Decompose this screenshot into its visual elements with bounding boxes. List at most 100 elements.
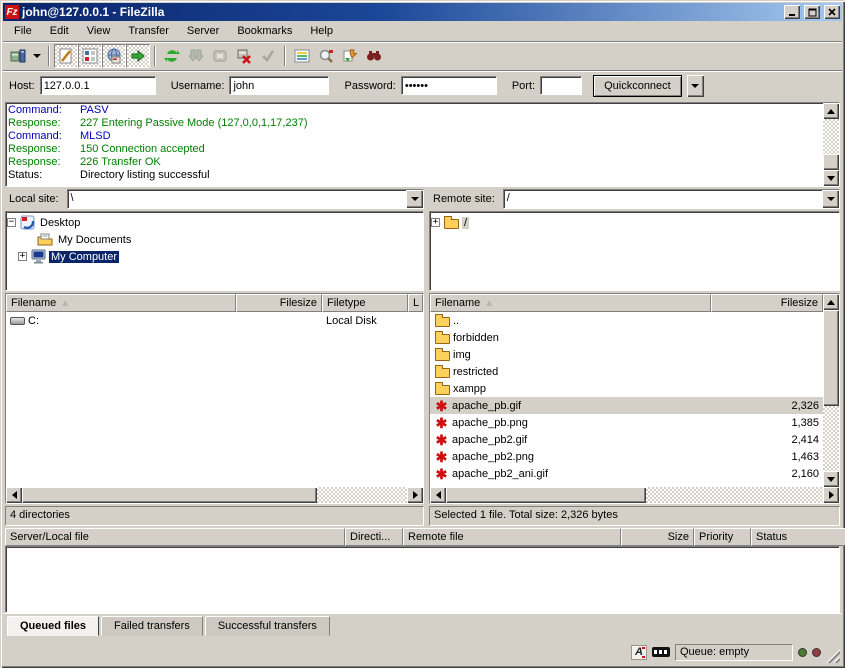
scroll-track[interactable]: [317, 487, 407, 503]
message-log: Command:PASV Response:227 Entering Passi…: [5, 102, 840, 187]
host-input[interactable]: [40, 76, 156, 95]
maximize-button[interactable]: [804, 5, 820, 19]
minimize-button[interactable]: [784, 5, 800, 19]
column-last-modified[interactable]: L: [408, 294, 423, 312]
scroll-track[interactable]: [823, 406, 839, 471]
local-site-bar: Local site: \: [5, 189, 424, 211]
port-input[interactable]: [540, 76, 582, 95]
scroll-left-button[interactable]: [6, 487, 22, 503]
file-row[interactable]: img: [430, 346, 823, 363]
remote-list-body: .. forbidden img: [430, 312, 823, 487]
column-direction[interactable]: Directi...: [345, 528, 403, 546]
scroll-up-button[interactable]: [823, 103, 839, 119]
scroll-thumb[interactable]: [823, 310, 839, 406]
scroll-right-button[interactable]: [823, 487, 839, 503]
file-row-c-drive[interactable]: C: Local Disk: [6, 312, 423, 329]
menu-view[interactable]: View: [78, 23, 120, 39]
menu-edit[interactable]: Edit: [41, 23, 78, 39]
local-status-text: 4 directories: [5, 506, 424, 526]
site-manager-dropdown[interactable]: [30, 45, 44, 67]
file-row[interactable]: ✱apache_pb2_ani.gif 2,160: [430, 465, 823, 482]
scroll-thumb[interactable]: [446, 487, 646, 503]
scroll-track[interactable]: [823, 119, 839, 154]
menu-bookmarks[interactable]: Bookmarks: [228, 23, 301, 39]
synchronized-browsing-button[interactable]: [338, 44, 362, 68]
browser-panes: Local site: \ − Desktop My Documents: [5, 189, 840, 526]
close-button[interactable]: [824, 5, 840, 19]
directory-comparison-button[interactable]: [314, 44, 338, 68]
remote-vertical-scrollbar[interactable]: [823, 294, 839, 487]
column-filename[interactable]: Filename▲: [6, 294, 236, 312]
menu-server[interactable]: Server: [178, 23, 228, 39]
tab-failed-transfers[interactable]: Failed transfers: [101, 616, 203, 636]
tab-successful-transfers[interactable]: Successful transfers: [205, 616, 330, 636]
column-size[interactable]: Size: [621, 528, 694, 546]
find-files-button[interactable]: [362, 44, 386, 68]
remote-list-header: Filename▲ Filesize: [430, 294, 823, 312]
status-bar: A Queue: empty: [3, 639, 842, 665]
file-row[interactable]: ✱apache_pb2.png 1,463: [430, 448, 823, 465]
combo-dropdown-button[interactable]: [822, 190, 839, 208]
log-line: Response:150 Connection accepted: [8, 143, 821, 156]
process-queue-button[interactable]: [184, 44, 208, 68]
tab-queued-files[interactable]: Queued files: [7, 616, 99, 636]
tree-item-my-computer[interactable]: + My Computer: [7, 248, 422, 265]
expand-icon[interactable]: +: [431, 218, 440, 227]
scroll-left-button[interactable]: [430, 487, 446, 503]
chevron-down-icon: [691, 84, 699, 88]
column-filename[interactable]: Filename▲: [430, 294, 711, 312]
scroll-up-button[interactable]: [823, 294, 839, 310]
column-filetype[interactable]: Filetype: [322, 294, 408, 312]
quickconnect-button[interactable]: Quickconnect: [593, 75, 682, 97]
quickconnect-dropdown[interactable]: [687, 75, 704, 97]
toggle-local-tree-button[interactable]: [78, 44, 102, 68]
scroll-thumb[interactable]: [22, 487, 317, 503]
expand-icon[interactable]: +: [18, 252, 27, 261]
column-priority[interactable]: Priority: [694, 528, 751, 546]
tree-item-my-documents[interactable]: My Documents: [7, 231, 422, 248]
local-pane: Local site: \ − Desktop My Documents: [5, 189, 424, 526]
toggle-queue-button[interactable]: [126, 44, 150, 68]
column-server-local-file[interactable]: Server/Local file: [5, 528, 345, 546]
collapse-icon[interactable]: −: [7, 218, 16, 227]
column-status[interactable]: Status: [751, 528, 845, 546]
toggle-message-log-button[interactable]: [54, 44, 78, 68]
reconnect-button[interactable]: [256, 44, 280, 68]
file-row[interactable]: xampp: [430, 380, 823, 397]
resize-grip[interactable]: [826, 649, 840, 663]
column-remote-file[interactable]: Remote file: [403, 528, 621, 546]
column-filesize[interactable]: Filesize: [236, 294, 322, 312]
disconnect-button[interactable]: [232, 44, 256, 68]
menu-file[interactable]: File: [5, 23, 41, 39]
file-row[interactable]: ✱apache_pb.png 1,385: [430, 414, 823, 431]
scroll-right-button[interactable]: [407, 487, 423, 503]
menu-help[interactable]: Help: [301, 23, 342, 39]
username-input[interactable]: [229, 76, 329, 95]
file-row[interactable]: restricted: [430, 363, 823, 380]
tree-item-root[interactable]: + /: [431, 214, 838, 231]
cancel-button[interactable]: [208, 44, 232, 68]
file-row[interactable]: forbidden: [430, 329, 823, 346]
filter-button[interactable]: [290, 44, 314, 68]
file-row[interactable]: ..: [430, 312, 823, 329]
scroll-down-button[interactable]: [823, 471, 839, 487]
scroll-thumb[interactable]: [823, 154, 839, 170]
log-scrollbar[interactable]: [823, 103, 839, 186]
combo-dropdown-button[interactable]: [406, 190, 423, 208]
local-horizontal-scrollbar[interactable]: [6, 487, 423, 503]
password-input[interactable]: [401, 76, 497, 95]
toggle-remote-tree-button[interactable]: [102, 44, 126, 68]
column-filesize[interactable]: Filesize: [711, 294, 823, 312]
file-row[interactable]: ✱apache_pb2.gif 2,414: [430, 431, 823, 448]
transfer-type-icon: A: [631, 645, 647, 660]
file-row-selected[interactable]: ✱apache_pb.gif 2,326: [430, 397, 823, 414]
refresh-button[interactable]: [160, 44, 184, 68]
local-site-combobox[interactable]: \: [67, 189, 424, 209]
remote-site-combobox[interactable]: /: [503, 189, 840, 209]
remote-horizontal-scrollbar[interactable]: [430, 487, 839, 503]
tree-item-desktop[interactable]: − Desktop: [7, 214, 422, 231]
scroll-down-button[interactable]: [823, 170, 839, 186]
site-manager-button[interactable]: [6, 44, 30, 68]
menu-transfer[interactable]: Transfer: [119, 23, 178, 39]
scroll-track[interactable]: [646, 487, 823, 503]
